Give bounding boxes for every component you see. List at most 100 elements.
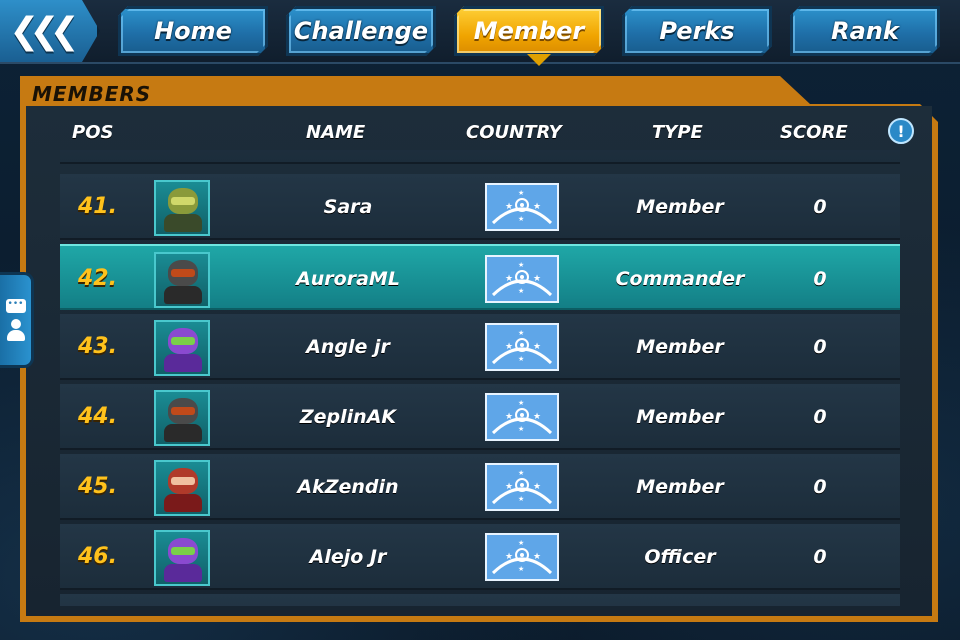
avatar-visor [171,477,195,485]
svg-text:★: ★ [505,552,513,562]
members-list[interactable]: 41. Sara ★ ★ ★ ★ Member 0 42. AuroraML ★ ★ ★ ★ Command… [60,150,900,606]
avatar-body [164,564,202,582]
chat-icon: ••• [5,299,26,313]
avatar-visor [171,407,195,415]
tab-label: Member [473,17,585,45]
member-score: 0 [813,268,827,290]
member-type: Officer [644,546,716,568]
avatar-body [164,354,202,372]
user-icon [6,319,25,341]
column-header-country[interactable]: COUNTRY [466,122,562,143]
svg-text:★: ★ [533,412,541,422]
member-name: Alejo Jr [309,546,387,568]
active-tab-pointer [527,54,551,66]
member-name: AkZendin [297,476,399,498]
country-flag-icon: ★ ★ ★ ★ [485,255,559,303]
member-score: 0 [813,406,827,428]
country-flag-icon: ★ ★ ★ ★ [485,393,559,441]
svg-text:★: ★ [518,329,524,337]
tab-home[interactable]: Home [118,6,268,56]
avatar-body [164,424,202,442]
member-row[interactable]: 42. AuroraML ★ ★ ★ ★ Commander 0 [60,244,900,310]
svg-text:★: ★ [518,189,524,197]
avatar[interactable] [154,320,210,376]
svg-text:★: ★ [518,215,524,223]
country-flag-icon: ★ ★ ★ ★ [485,323,559,371]
column-header-type[interactable]: TYPE [652,122,703,143]
member-pos: 46. [78,544,117,569]
top-nav-bar: ❮❮❮ Home Challenge Member Perks Rank [0,0,960,64]
member-type: Member [636,196,724,218]
svg-text:★: ★ [505,274,513,284]
avatar[interactable] [154,180,210,236]
avatar[interactable] [154,390,210,446]
tab-perks[interactable]: Perks [622,6,772,56]
member-score: 0 [813,196,827,218]
svg-text:★: ★ [505,412,513,422]
svg-text:★: ★ [518,399,524,407]
svg-text:★: ★ [518,495,524,503]
svg-text:★: ★ [533,482,541,492]
member-row[interactable]: 44. ZeplinAK ★ ★ ★ ★ Member 0 [60,384,900,450]
avatar-body [164,214,202,232]
member-pos: 41. [78,194,117,219]
country-flag-icon: ★ ★ ★ ★ [485,533,559,581]
avatar-body [164,286,202,304]
svg-text:★: ★ [533,274,541,284]
column-header-name[interactable]: NAME [306,122,365,143]
social-side-tab[interactable]: ••• [0,272,34,368]
column-header-score[interactable]: SCORE [780,122,848,143]
tab-challenge[interactable]: Challenge [286,6,436,56]
member-row[interactable]: 45. AkZendin ★ ★ ★ ★ Member 0 [60,454,900,520]
country-flag-icon: ★ ★ ★ ★ [485,183,559,231]
member-type: Commander [615,268,745,290]
avatar[interactable] [154,530,210,586]
tab-label: Home [154,17,232,45]
svg-text:★: ★ [518,261,524,269]
member-score: 0 [813,336,827,358]
svg-text:★: ★ [518,469,524,477]
avatar-visor [171,337,195,345]
panel-header: MEMBERS [22,80,782,108]
svg-text:★: ★ [533,552,541,562]
member-row[interactable]: 43. Angle jr ★ ★ ★ ★ Member 0 [60,314,900,380]
member-name: ZeplinAK [299,406,397,428]
list-item-partial [60,594,900,606]
member-name: Sara [323,196,373,218]
member-score: 0 [813,476,827,498]
tab-member[interactable]: Member [454,6,604,56]
member-name: AuroraML [296,268,400,290]
member-type: Member [636,336,724,358]
info-icon[interactable]: ! [888,118,914,144]
svg-text:★: ★ [518,355,524,363]
svg-text:★: ★ [505,202,513,212]
member-row[interactable]: 46. Alejo Jr ★ ★ ★ ★ Officer 0 [60,524,900,590]
member-score: 0 [813,546,827,568]
nav-tabs: Home Challenge Member Perks Rank [118,6,940,56]
svg-text:★: ★ [505,342,513,352]
tab-label: Rank [831,17,899,45]
member-pos: 45. [78,474,117,499]
tab-label: Perks [659,17,735,45]
back-button[interactable]: ❮❮❮ [0,0,100,62]
tab-rank[interactable]: Rank [790,6,940,56]
avatar-visor [171,547,195,555]
avatar[interactable] [154,460,210,516]
member-pos: 44. [78,404,117,429]
svg-text:★: ★ [518,287,524,295]
member-row[interactable]: 41. Sara ★ ★ ★ ★ Member 0 [60,174,900,240]
svg-text:★: ★ [518,565,524,573]
svg-text:★: ★ [518,539,524,547]
column-header-pos[interactable]: POS [72,122,113,143]
avatar[interactable] [154,252,210,308]
member-pos: 43. [78,334,117,359]
svg-text:★: ★ [533,202,541,212]
member-pos: 42. [78,266,117,291]
tab-label: Challenge [293,17,429,45]
avatar-visor [171,197,195,205]
column-headers: POS NAME COUNTRY TYPE SCORE [26,116,906,150]
list-item-partial [60,150,900,164]
avatar-visor [171,269,195,277]
svg-text:★: ★ [505,482,513,492]
triple-chevron-left-icon: ❮❮❮ [9,10,79,52]
